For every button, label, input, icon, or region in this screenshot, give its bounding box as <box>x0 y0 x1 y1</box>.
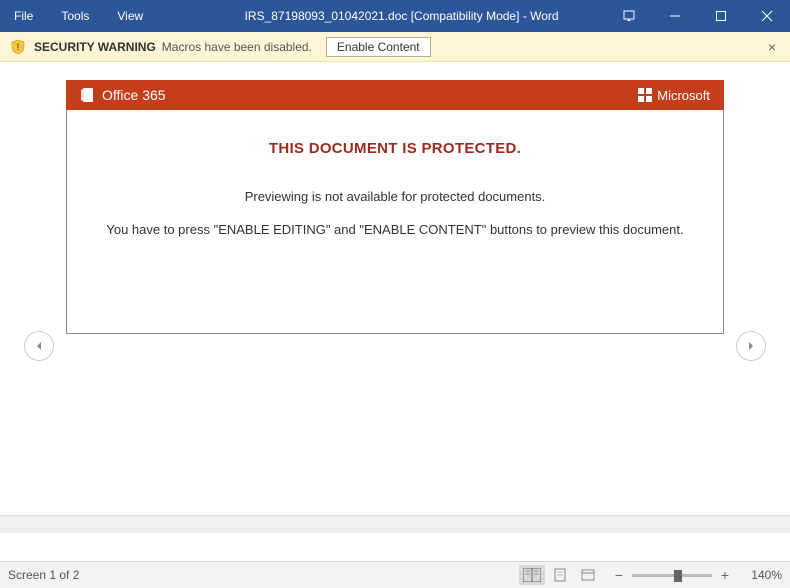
zoom-slider[interactable] <box>632 574 712 577</box>
zoom-value[interactable]: 140% <box>742 568 782 582</box>
zoom-out-button[interactable]: − <box>610 566 628 584</box>
microsoft-label: Microsoft <box>657 88 710 103</box>
maximize-icon[interactable] <box>698 0 744 32</box>
view-print-layout-icon[interactable] <box>547 565 573 585</box>
document-page: Office 365 Microsoft THIS DOCUMENT IS PR… <box>66 80 724 334</box>
screen-indicator: Screen 1 of 2 <box>8 568 79 582</box>
window-title: IRS_87198093_01042021.doc [Compatibility… <box>157 9 606 23</box>
doc-headline: THIS DOCUMENT IS PROTECTED. <box>67 140 723 157</box>
window-controls <box>606 0 790 32</box>
close-icon[interactable] <box>744 0 790 32</box>
menu-file[interactable]: File <box>0 0 47 32</box>
office365-logo: Office 365 <box>80 87 166 103</box>
menu-tools[interactable]: Tools <box>47 0 103 32</box>
security-label: SECURITY WARNING <box>34 40 156 54</box>
menu-view[interactable]: View <box>103 0 157 32</box>
svg-text:!: ! <box>17 42 20 52</box>
next-page-button[interactable] <box>736 331 766 361</box>
doc-line-2: You have to press "ENABLE EDITING" and "… <box>67 222 723 237</box>
zoom-slider-thumb[interactable] <box>674 570 682 582</box>
zoom-in-button[interactable]: + <box>716 566 734 584</box>
view-web-layout-icon[interactable] <box>575 565 601 585</box>
office365-label: Office 365 <box>102 87 166 103</box>
doc-body: THIS DOCUMENT IS PROTECTED. Previewing i… <box>66 110 724 334</box>
doc-header-bar: Office 365 Microsoft <box>66 80 724 110</box>
ribbon-options-icon[interactable] <box>606 0 652 32</box>
shield-warning-icon: ! <box>10 39 26 55</box>
enable-content-button[interactable]: Enable Content <box>326 37 431 57</box>
dismiss-warning-icon[interactable]: × <box>764 39 780 55</box>
minimize-icon[interactable] <box>652 0 698 32</box>
security-message: Macros have been disabled. <box>162 40 312 54</box>
zoom-control: − + 140% <box>610 566 782 584</box>
prev-page-button[interactable] <box>24 331 54 361</box>
security-warning-bar: ! SECURITY WARNING Macros have been disa… <box>0 32 790 62</box>
view-read-mode-icon[interactable] <box>519 565 545 585</box>
microsoft-logo: Microsoft <box>638 88 710 103</box>
title-bar: File Tools View IRS_87198093_01042021.do… <box>0 0 790 32</box>
horizontal-scrollbar[interactable] <box>0 515 790 533</box>
doc-line-1: Previewing is not available for protecte… <box>67 189 723 204</box>
document-area: Office 365 Microsoft THIS DOCUMENT IS PR… <box>0 62 790 560</box>
status-bar: Screen 1 of 2 − + 140% <box>0 561 790 588</box>
